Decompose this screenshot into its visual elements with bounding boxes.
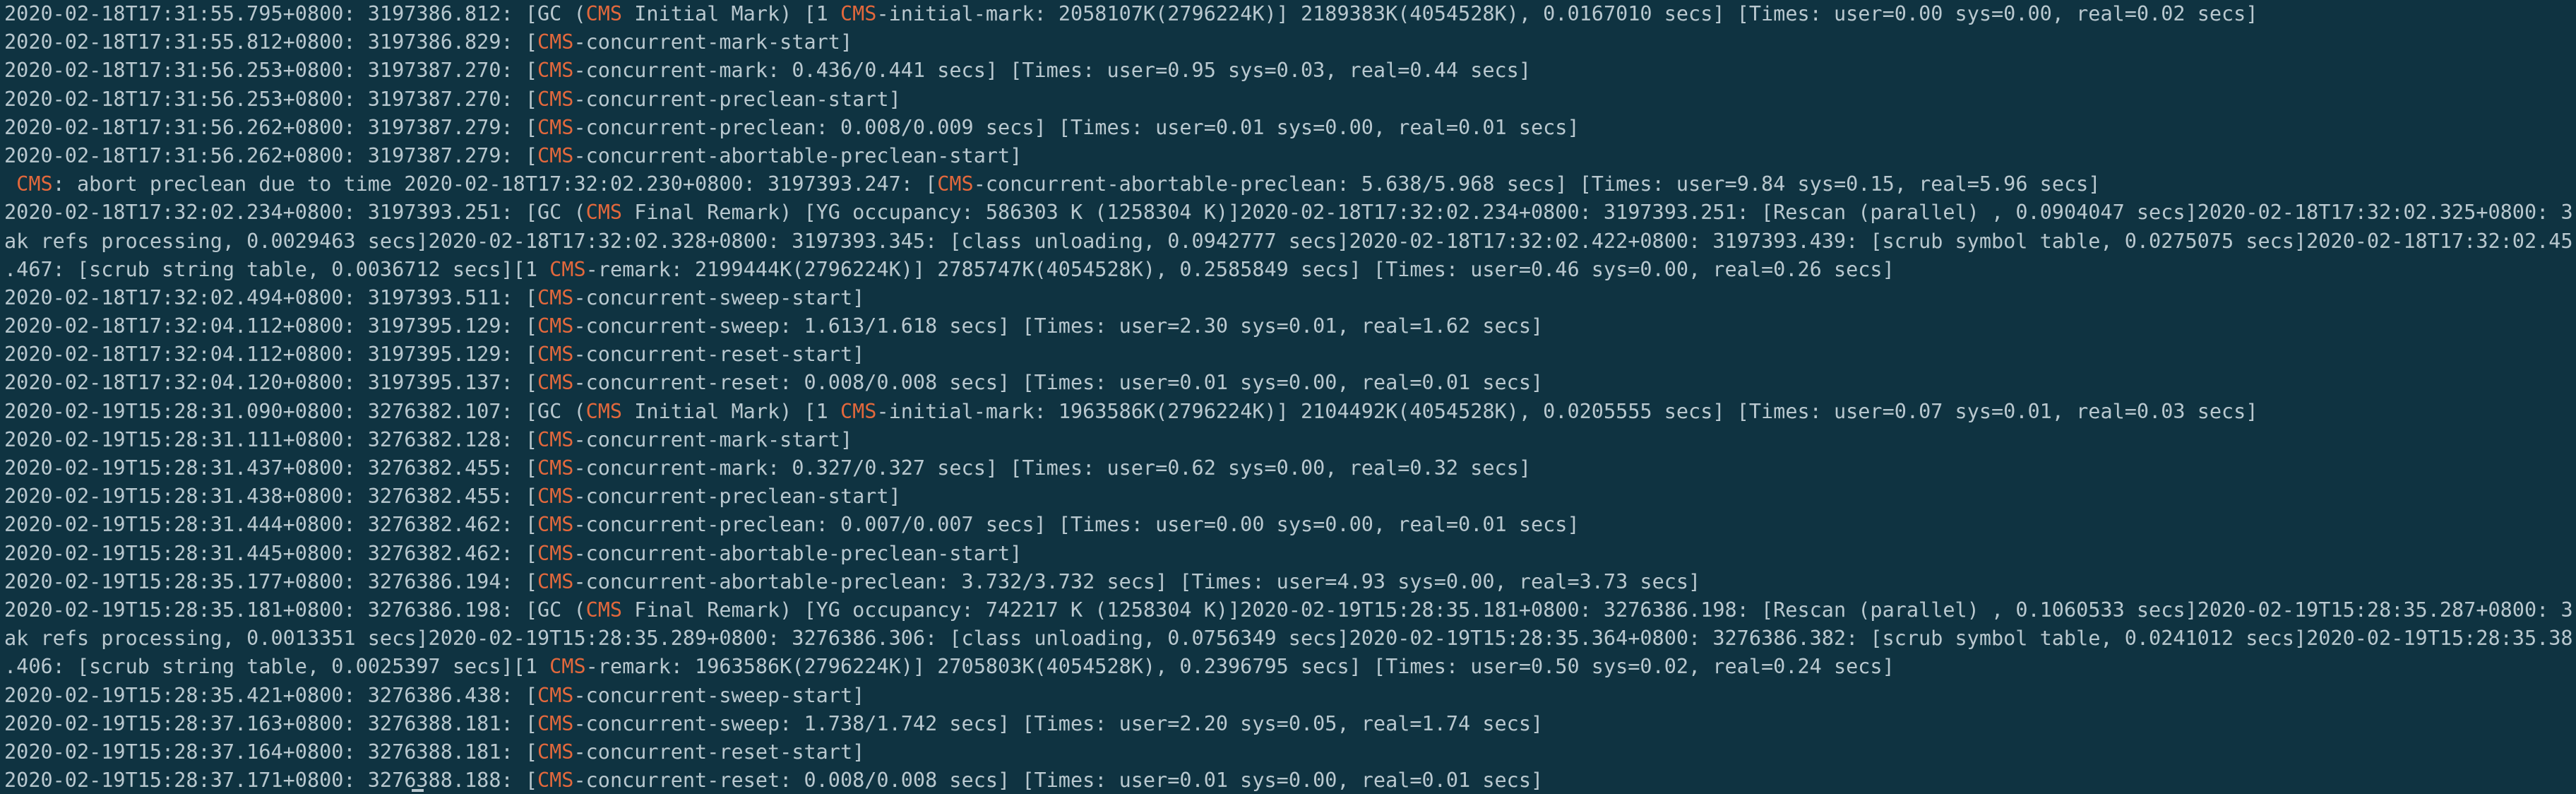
cms-keyword: CMS [537, 143, 574, 167]
cms-keyword: CMS [537, 683, 574, 707]
cms-keyword: CMS [585, 201, 623, 225]
log-line: 2020-02-19T15:28:31.111+0800: 3276382.12… [4, 427, 853, 451]
cms-keyword: CMS [537, 740, 574, 764]
log-line: 2020-02-19T15:28:31.438+0800: 3276382.45… [4, 485, 901, 509]
cms-keyword: CMS [585, 598, 623, 622]
log-line: ak refs processing, 0.0029463 secs]2020-… [4, 229, 2572, 253]
cms-keyword: CMS [537, 541, 574, 565]
cms-keyword: CMS [537, 485, 574, 509]
cms-keyword: CMS [549, 655, 586, 679]
cms-keyword: CMS [537, 59, 574, 83]
log-line: 2020-02-19T15:28:35.181+0800: 3276386.19… [4, 598, 2572, 622]
cms-keyword: CMS [537, 314, 574, 338]
terminal-window[interactable]: 2020-02-18T17:31:55.795+0800: 3197386.81… [0, 0, 2576, 794]
log-line: 2020-02-19T15:28:31.444+0800: 3276382.46… [4, 513, 1580, 537]
log-line: 2020-02-18T17:32:04.112+0800: 3197395.12… [4, 314, 1544, 338]
log-line: 2020-02-18T17:31:56.262+0800: 3197387.27… [4, 143, 1022, 167]
log-line: 2020-02-19T15:28:37.164+0800: 3276388.18… [4, 740, 865, 764]
cms-keyword: CMS [549, 257, 586, 281]
log-line: CMS: abort preclean due to time 2020-02-… [16, 172, 2101, 196]
log-line: 2020-02-18T17:32:04.120+0800: 3197395.13… [4, 371, 1544, 395]
cms-keyword: CMS [537, 343, 574, 367]
log-line: 2020-02-19T15:28:31.445+0800: 3276382.46… [4, 541, 1022, 565]
log-line: 2020-02-19T15:28:35.177+0800: 3276386.19… [4, 569, 1701, 593]
log-line: 2020-02-18T17:31:56.253+0800: 3197387.27… [4, 87, 901, 111]
cms-keyword: CMS [537, 711, 574, 735]
log-line: 2020-02-19T15:28:31.090+0800: 3276382.10… [4, 399, 2258, 423]
log-line: 2020-02-19T15:28:37.163+0800: 3276388.18… [4, 711, 1544, 735]
log-line: 2020-02-18T17:31:55.812+0800: 3197386.82… [4, 30, 853, 54]
cms-keyword: CMS [840, 2, 877, 25]
terminal-output: 2020-02-18T17:31:55.795+0800: 3197386.81… [4, 0, 2572, 794]
cms-keyword: CMS [537, 769, 574, 793]
cms-keyword: CMS [537, 427, 574, 451]
log-line: 2020-02-18T17:31:55.795+0800: 3197386.81… [4, 2, 2258, 25]
cms-keyword: CMS [937, 172, 974, 196]
cms-keyword: CMS [537, 87, 574, 111]
log-line: 2020-02-18T17:32:04.112+0800: 3197395.12… [4, 343, 865, 367]
cms-keyword: CMS [537, 456, 574, 480]
log-line: ak refs processing, 0.0013351 secs]2020-… [4, 627, 2572, 651]
cms-keyword: CMS [840, 399, 877, 423]
log-line: 2020-02-18T17:31:56.262+0800: 3197387.27… [4, 115, 1580, 139]
log-line: .467: [scrub string table, 0.0036712 sec… [4, 257, 1895, 281]
log-line: 2020-02-18T17:32:02.234+0800: 3197393.25… [4, 201, 2572, 225]
log-line: 2020-02-19T15:28:37.171+0800: 3276388.18… [4, 769, 1544, 793]
cms-keyword: CMS [585, 399, 623, 423]
cms-keyword: CMS [16, 172, 53, 196]
cms-keyword: CMS [537, 371, 574, 395]
log-line: 2020-02-18T17:32:02.494+0800: 3197393.51… [4, 285, 865, 309]
cms-keyword: CMS [537, 30, 574, 54]
cms-keyword: CMS [537, 115, 574, 139]
cms-keyword: CMS [537, 513, 574, 537]
log-line: 2020-02-19T15:28:35.421+0800: 3276386.43… [4, 683, 865, 707]
cms-keyword: CMS [537, 285, 574, 309]
cms-keyword: CMS [585, 2, 623, 25]
log-line: 2020-02-18T17:31:56.253+0800: 3197387.27… [4, 59, 1531, 83]
text-cursor [412, 789, 424, 792]
cms-keyword: CMS [537, 569, 574, 593]
log-line: 2020-02-19T15:28:31.437+0800: 3276382.45… [4, 456, 1531, 480]
log-line: .406: [scrub string table, 0.0025397 sec… [4, 655, 1895, 679]
